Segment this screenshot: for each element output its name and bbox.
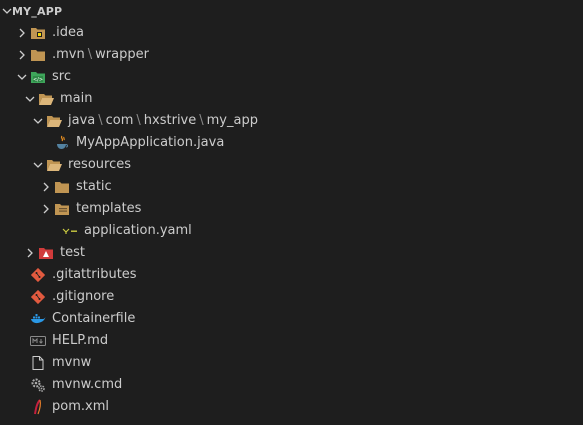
path-segment: pom.xml [52,399,109,414]
chevron-right-icon [14,22,30,44]
tree-item-label: main [60,88,92,110]
path-segment: main [60,91,93,106]
idea-folder-icon [30,25,46,41]
path-segment[interactable]: java [68,113,95,128]
src-folder-icon: </> [30,69,46,85]
path-segment: .idea [52,25,84,40]
markdown-icon [30,333,46,349]
tree-item-label: java \ com \ hxstrive \ my_app [68,110,258,132]
path-segment: MyAppApplication.java [76,135,225,150]
tree-item-label: mvnw.cmd [52,374,122,396]
templates-folder-icon [54,201,70,217]
path-segment[interactable]: .mvn [52,47,85,62]
chevron-down-icon [30,154,46,176]
tree-item-mvn-wrapper[interactable]: .mvn \ wrapper [0,44,583,66]
path-segment: mvnw.cmd [52,377,123,392]
chevron-right-icon [14,44,30,66]
folder-open-icon [38,91,54,107]
folder-open-icon [46,113,62,129]
tree-item-idea[interactable]: .idea [0,22,583,44]
tree-item-label: mvnw [52,352,91,374]
tree-item-src[interactable]: </> src [0,66,583,88]
tree-item-label: application.yaml [84,220,192,242]
path-separator: \ [199,113,204,128]
chevron-down-icon [30,110,46,132]
tree-item-label: static [76,176,112,198]
tree-item-help-md[interactable]: HELP.md [0,330,583,352]
tree-item-label: src [52,66,71,88]
yaml-file-icon [62,223,78,239]
path-segment: application.yaml [84,223,192,238]
tree-item-main[interactable]: main [0,88,583,110]
tree-item-resources[interactable]: resources [0,154,583,176]
tree-item-label: MyAppApplication.java [76,132,224,154]
path-segment: Containerfile [52,311,136,326]
tree-item-test[interactable]: test [0,242,583,264]
chevron-right-icon [38,176,54,198]
path-segment: src [52,69,71,84]
svg-text:</>: </> [33,77,43,83]
tree-item-templates[interactable]: templates [0,198,583,220]
tree-item-myappapplication-java[interactable]: MyAppApplication.java [0,132,583,154]
tree-item-label: test [60,242,85,264]
maven-icon [30,399,46,415]
tree-item-label: .mvn \ wrapper [52,44,149,66]
chevron-down-icon [14,66,30,88]
folder-icon [30,47,46,63]
chevron-right-icon [38,198,54,220]
path-segment: templates [76,201,142,216]
tree-item-mvnw[interactable]: mvnw [0,352,583,374]
tree-item-label: Containerfile [52,308,135,330]
tree-item-static[interactable]: static [0,176,583,198]
path-segment: resources [68,157,132,172]
path-segment[interactable]: hxstrive [144,113,196,128]
tree-item-label: .idea [52,22,84,44]
tree-item-gitattributes[interactable]: .gitattributes [0,264,583,286]
file-icon [30,355,46,371]
tree-item-containerfile[interactable]: Containerfile [0,308,583,330]
tree-item-mvnw-cmd[interactable]: mvnw.cmd [0,374,583,396]
tree-item-pom-xml[interactable]: pom.xml [0,396,583,418]
tree-item-label: pom.xml [52,396,109,418]
path-separator: \ [136,113,141,128]
tree-item-label: templates [76,198,141,220]
path-segment: mvnw [52,355,92,370]
chevron-down-icon [2,6,12,16]
java-file-icon [54,135,70,151]
tree-item-java-package[interactable]: java \ com \ hxstrive \ my_app [0,110,583,132]
path-segment[interactable]: my_app [207,113,258,128]
explorer-root-header[interactable]: MY_APP [0,0,583,22]
path-segment: static [76,179,112,194]
chevron-right-icon [22,242,38,264]
path-segment: HELP.md [52,333,109,348]
chevron-down-icon [22,88,38,110]
folder-open-icon [46,157,62,173]
tree-item-label: HELP.md [52,330,108,352]
folder-icon [54,179,70,195]
tree-item-label: resources [68,154,131,176]
path-segment[interactable]: com [106,113,134,128]
tree-item-label: .gitignore [52,286,114,308]
explorer-root-label: MY_APP [12,4,63,18]
path-segment: .gitignore [52,289,115,304]
path-segment: test [60,245,85,260]
gear-icon [30,377,46,393]
docker-icon [30,311,46,327]
test-folder-icon [38,245,54,261]
path-segment: .gitattributes [52,267,137,282]
path-separator: \ [87,47,93,62]
tree-item-application-yaml[interactable]: application.yaml [0,220,583,242]
path-segment[interactable]: wrapper [95,47,149,62]
path-separator: \ [98,113,103,128]
git-file-icon [30,267,46,283]
file-explorer: MY_APP .idea .mvn \ wrapper </> src main… [0,0,583,425]
tree-item-label: .gitattributes [52,264,137,286]
git-file-icon [30,289,46,305]
tree-item-gitignore[interactable]: .gitignore [0,286,583,308]
